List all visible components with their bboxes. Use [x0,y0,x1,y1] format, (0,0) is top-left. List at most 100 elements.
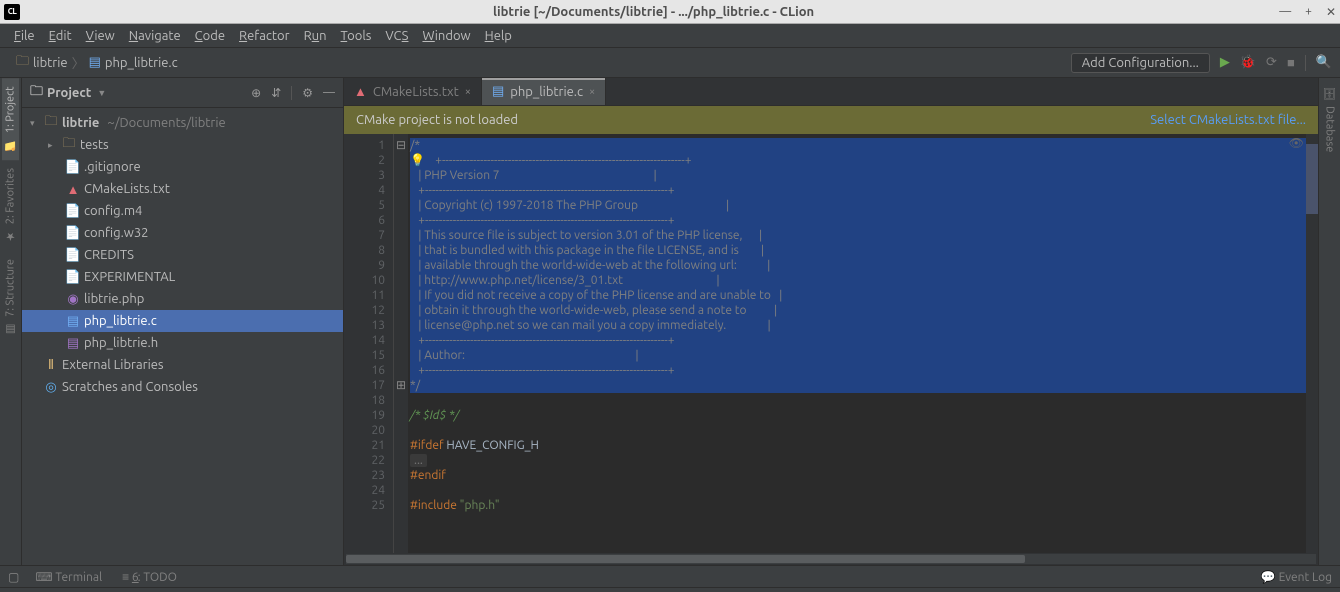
project-panel-title: Project [47,86,91,100]
code-editor[interactable]: 1234567891011121314151617181920212223242… [344,134,1318,553]
tree-external-libraries[interactable]: ⫴ External Libraries [22,354,343,376]
breadcrumb-root[interactable]: 🗀 libtrie [8,50,76,76]
close-tab-icon[interactable]: × [465,86,471,98]
editor-tabs: ▲ CMakeLists.txt × ▤ php_libtrie.c × [344,78,1318,106]
notification-link[interactable]: Select CMakeLists.txt file... [1150,113,1306,127]
window-title: libtrie [~/Documents/libtrie] - .../php_… [28,5,1279,19]
file-icon: 📄 [66,270,80,285]
scratch-icon: ◎ [44,380,58,395]
run-with-coverage-icon[interactable]: ⟳ [1266,55,1277,70]
locate-icon[interactable]: ⊕ [251,86,261,100]
fold-gutter: ⊟ ⊞ [394,134,408,553]
gear-icon[interactable]: ⚙ [302,86,313,100]
tree-item-cmakelists[interactable]: ▲CMakeLists.txt [22,178,343,200]
tree-item-label: libtrie.php [84,292,144,306]
menu-navigate[interactable]: Navigate [123,27,187,45]
scroll-thumb[interactable] [346,555,1025,563]
c-file-icon: ▤ [66,314,80,329]
tree-item-libtrie-php[interactable]: ◉libtrie.php [22,288,343,310]
menubar: File Edit View Navigate Code Refactor Ru… [0,24,1340,48]
menu-help[interactable]: Help [479,27,518,45]
tool-tab-favorites[interactable]: ★2: Favorites [2,160,19,251]
event-log-button[interactable]: 💬 Event Log [1261,570,1332,584]
editor-tab-label: php_libtrie.c [510,85,583,99]
right-tool-strip: 🗄Database [1318,78,1340,565]
file-icon: 📄 [66,226,80,241]
main-area: 📁1: Project ★2: Favorites ▤7: Structure … [0,78,1340,565]
menu-tools[interactable]: Tools [335,27,378,45]
menu-view[interactable]: View [80,27,121,45]
tree-item-label: config.m4 [84,204,142,218]
menu-window[interactable]: Window [416,27,476,45]
cmake-icon: ▲ [66,182,80,197]
close-tab-icon[interactable]: × [589,86,595,98]
tool-tab-project[interactable]: 📁1: Project [2,78,19,160]
menu-file[interactable]: File [8,27,41,45]
cmake-notification: CMake project is not loaded Select CMake… [344,106,1318,134]
menu-vcs[interactable]: VCS [379,27,414,45]
editor-area: ▲ CMakeLists.txt × ▤ php_libtrie.c × CMa… [344,78,1318,565]
tree-item-label: External Libraries [62,358,164,372]
tool-tab-structure[interactable]: ▤7: Structure [2,251,19,344]
file-icon: 📄 [66,248,80,263]
tree-item-tests[interactable]: ▸ 🗀 tests [22,134,343,156]
tree-item-label: php_libtrie.c [84,314,157,328]
todo-tool-button[interactable]: ≡ 6: TODO [122,570,177,584]
app-icon: CL [4,4,20,20]
tree-root[interactable]: ▾ 🗀 libtrie ~/Documents/libtrie [22,112,343,134]
maximize-icon[interactable]: + [1305,5,1312,19]
debug-icon[interactable]: 🐞 [1240,55,1256,70]
breadcrumb-root-label: libtrie [33,56,68,70]
menu-edit[interactable]: Edit [43,27,78,45]
tree-item-php-libtrie-c[interactable]: ▤ php_libtrie.c [22,310,343,332]
line-gutter: 1234567891011121314151617181920212223242… [344,134,394,553]
close-icon[interactable]: ✕ [1326,5,1336,19]
tree-item-config-w32[interactable]: 📄 config.w32 [22,222,343,244]
breadcrumb-file[interactable]: ▤ php_libtrie.c [81,53,186,72]
tree-item-php-libtrie-h[interactable]: ▤ php_libtrie.h [22,332,343,354]
c-file-icon: ▤ [492,84,504,99]
menu-code[interactable]: Code [189,27,231,45]
tree-item-label: config.w32 [84,226,149,240]
h-file-icon: ▤ [66,336,80,351]
stop-icon[interactable]: ■ [1287,55,1295,70]
terminal-tool-button[interactable]: ⌨ Terminal [35,570,102,584]
tree-item-gitignore[interactable]: 📄.gitignore [22,156,343,178]
code-content[interactable]: 👁 /*💡 +---------------------------------… [408,134,1306,553]
project-panel: 🗀 Project ▼ ⊕ ⇵ ⚙ — ▾ 🗀 libtrie ~/Docume… [22,78,344,565]
expand-all-icon[interactable]: ⇵ [271,86,281,100]
run-config-selector[interactable]: Add Configuration... [1071,53,1210,73]
menu-refactor[interactable]: Refactor [233,27,296,45]
error-stripe[interactable] [1306,134,1318,553]
chevron-down-icon[interactable]: ▼ [97,88,106,98]
file-icon: 📄 [66,160,80,175]
folder-icon: 🗀 [44,112,58,134]
minimize-icon[interactable]: — [1279,5,1291,19]
inspection-eye-icon[interactable]: 👁 [1289,136,1304,150]
left-tool-strip: 📁1: Project ★2: Favorites ▤7: Structure [0,78,22,565]
tree-item-credits[interactable]: 📄 CREDITS [22,244,343,266]
tool-tab-database[interactable]: 🗄Database [1321,78,1338,160]
editor-h-scroll[interactable] [344,553,1318,565]
hide-bottom-icon[interactable]: ▢ [8,570,19,584]
search-everywhere-icon[interactable]: 🔍 [1316,55,1332,70]
run-icon[interactable]: ▶ [1220,55,1230,70]
tree-item-config-m4[interactable]: 📄config.m4 [22,200,343,222]
editor-tab-cmakelists[interactable]: ▲ CMakeLists.txt × [344,78,482,105]
statusbar: ▢ No occurrences found 1142 chars, 18 li… [0,587,1340,592]
editor-tab-php-libtrie-c[interactable]: ▤ php_libtrie.c × [482,78,606,105]
project-icon: 🗀 [30,82,43,104]
expand-arrow-icon[interactable]: ▾ [30,118,40,129]
project-panel-header: 🗀 Project ▼ ⊕ ⇵ ⚙ — [22,78,343,108]
tree-item-label: CREDITS [84,248,134,262]
libraries-icon: ⫴ [44,358,58,373]
expand-arrow-icon[interactable]: ▸ [48,140,58,151]
titlebar: CL libtrie [~/Documents/libtrie] - .../p… [0,0,1340,24]
menu-run[interactable]: Run [298,27,333,45]
tree-item-label: php_libtrie.h [84,336,158,350]
tree-item-label: Scratches and Consoles [62,380,198,394]
hide-panel-icon[interactable]: — [323,86,335,100]
bottom-tool-strip: ▢ ⌨ Terminal ≡ 6: TODO 💬 Event Log [0,565,1340,587]
tree-item-experimental[interactable]: 📄EXPERIMENTAL [22,266,343,288]
tree-scratches[interactable]: ◎ Scratches and Consoles [22,376,343,398]
